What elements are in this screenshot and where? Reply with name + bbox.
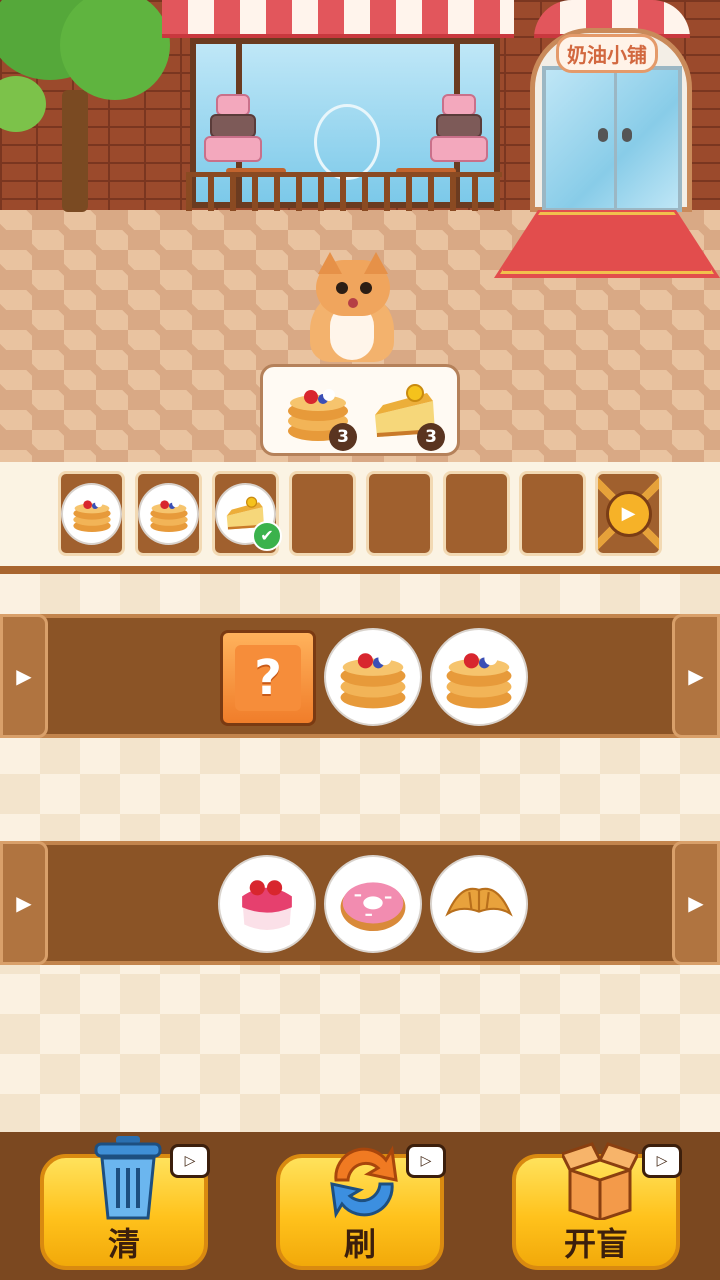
collection-bar: ✔ ▶ (0, 462, 720, 574)
clear-button[interactable]: 清 ▷ (40, 1136, 210, 1270)
food-tile[interactable] (324, 628, 422, 726)
cat-eye (360, 282, 372, 294)
customer-order: 3 3 (260, 364, 460, 456)
donut-icon (340, 882, 406, 932)
food-tile[interactable] (218, 855, 316, 953)
checkmark-icon: ✔ (252, 520, 282, 551)
conveyor-shelf: ▶ ▶ (0, 841, 720, 965)
shop-sign: 奶油小铺 (556, 34, 658, 73)
empty-slot[interactable] (366, 471, 433, 556)
collection-slot[interactable]: ✔ (212, 471, 282, 556)
refresh-label: 刷 (343, 1225, 376, 1263)
door-knob-icon (622, 128, 632, 142)
order-count: 3 (417, 423, 445, 451)
play-board: ▶ ? ▶ ▶ ▶ (0, 574, 720, 1132)
shelf-arrow-right[interactable]: ▶ (672, 841, 720, 965)
pancake-icon (72, 499, 111, 532)
cake-display (216, 94, 250, 116)
video-ad-icon: ▷ (642, 1144, 682, 1178)
food-tile[interactable] (430, 855, 528, 953)
cake-display (442, 94, 476, 116)
collection-slot[interactable] (135, 471, 202, 556)
video-ad-icon: ▷ (406, 1144, 446, 1178)
pancake-icon (446, 652, 512, 709)
blind-box-button[interactable]: 开盲 ▷ (512, 1142, 682, 1270)
order-item-pancake: 3 (281, 375, 357, 451)
pancake-icon (149, 499, 188, 532)
window-awning (162, 0, 514, 38)
blind-box-label: 开盲 (563, 1225, 628, 1263)
wooden-fence (186, 172, 502, 211)
refresh-arrows-icon (330, 1145, 398, 1219)
plate (61, 482, 122, 545)
cat-customer (302, 250, 402, 362)
mystery-box[interactable]: ? (220, 630, 316, 726)
plate (138, 482, 199, 545)
shelf-arrow-left[interactable]: ▶ (0, 841, 48, 965)
food-tile[interactable] (324, 855, 422, 953)
door-knob-icon (598, 128, 608, 142)
cat-eye (336, 282, 348, 294)
question-mark-icon: ? (235, 645, 301, 711)
conveyor-shelf: ▶ ? ▶ (0, 614, 720, 738)
order-item-cheesecake: 3 (369, 375, 445, 451)
locked-video-slot[interactable]: ▶ (595, 471, 662, 556)
video-ad-icon: ▷ (170, 1144, 210, 1178)
bottom-toolbar: 清 ▷ 刷 ▷ 开盲 ▷ (0, 1132, 720, 1280)
clear-label: 清 (107, 1225, 140, 1263)
croissant-icon (445, 887, 513, 917)
pudding-icon (242, 880, 292, 930)
storefront-scene: 奶油小铺 3 3 (0, 0, 720, 462)
empty-slot[interactable] (443, 471, 510, 556)
trash-can-icon (94, 1136, 162, 1220)
empty-slot[interactable] (289, 471, 356, 556)
play-icon: ▶ (605, 490, 652, 537)
shelf-arrow-left[interactable]: ▶ (0, 614, 48, 738)
open-box-icon (562, 1142, 638, 1220)
refresh-button[interactable]: 刷 ▷ (276, 1144, 446, 1270)
food-tile[interactable] (430, 628, 528, 726)
collection-slot[interactable] (58, 471, 125, 556)
tree-trunk (62, 90, 88, 212)
empty-slot[interactable] (519, 471, 586, 556)
glass-door (542, 66, 682, 212)
plate: ✔ (215, 482, 282, 551)
order-count: 3 (329, 423, 357, 451)
cupcake-stand (314, 104, 380, 180)
shelf-arrow-right[interactable]: ▶ (672, 614, 720, 738)
pancake-icon (340, 652, 406, 709)
